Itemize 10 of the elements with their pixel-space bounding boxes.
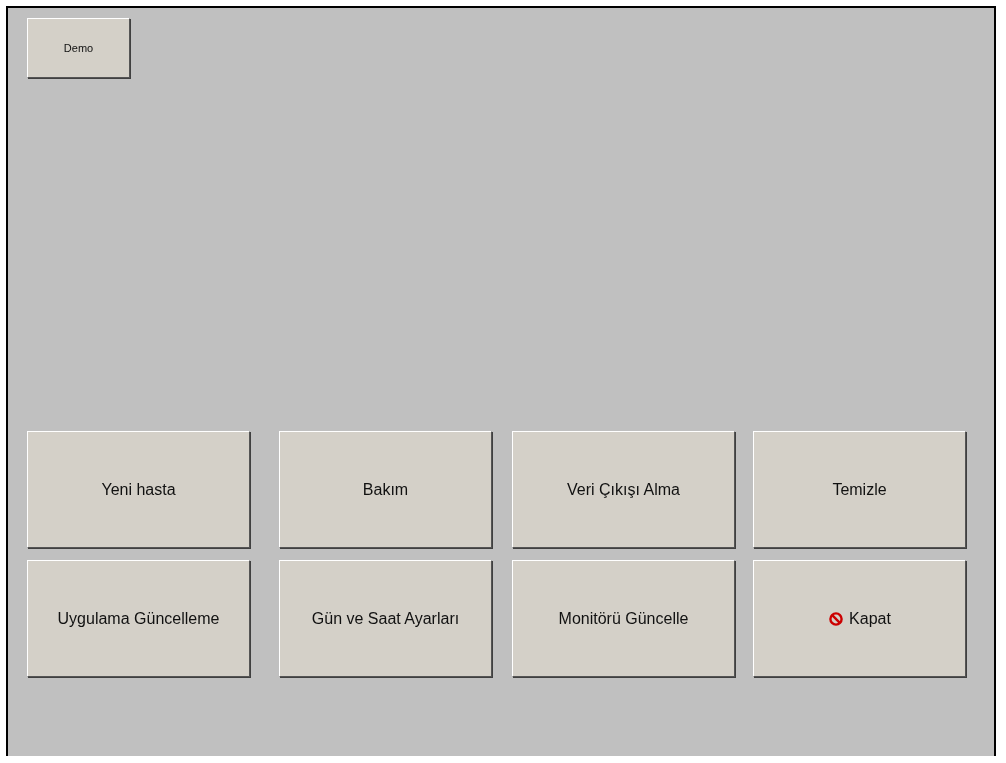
menu-button[interactable]: Monitörü Güncelle xyxy=(512,560,735,677)
menu-button[interactable]: Uygulama Güncelleme xyxy=(27,560,250,677)
prohibited-icon xyxy=(828,610,845,627)
menu-button[interactable]: Kapat xyxy=(753,560,966,677)
menu-button[interactable]: Yeni hasta xyxy=(27,431,250,548)
demo-button[interactable]: Demo xyxy=(27,18,130,78)
menu-button[interactable]: Temizle xyxy=(753,431,966,548)
menu-button[interactable]: Gün ve Saat Ayarları xyxy=(279,560,492,677)
menu-button[interactable]: Veri Çıkışı Alma xyxy=(512,431,735,548)
menu-button[interactable]: Bakım xyxy=(279,431,492,548)
